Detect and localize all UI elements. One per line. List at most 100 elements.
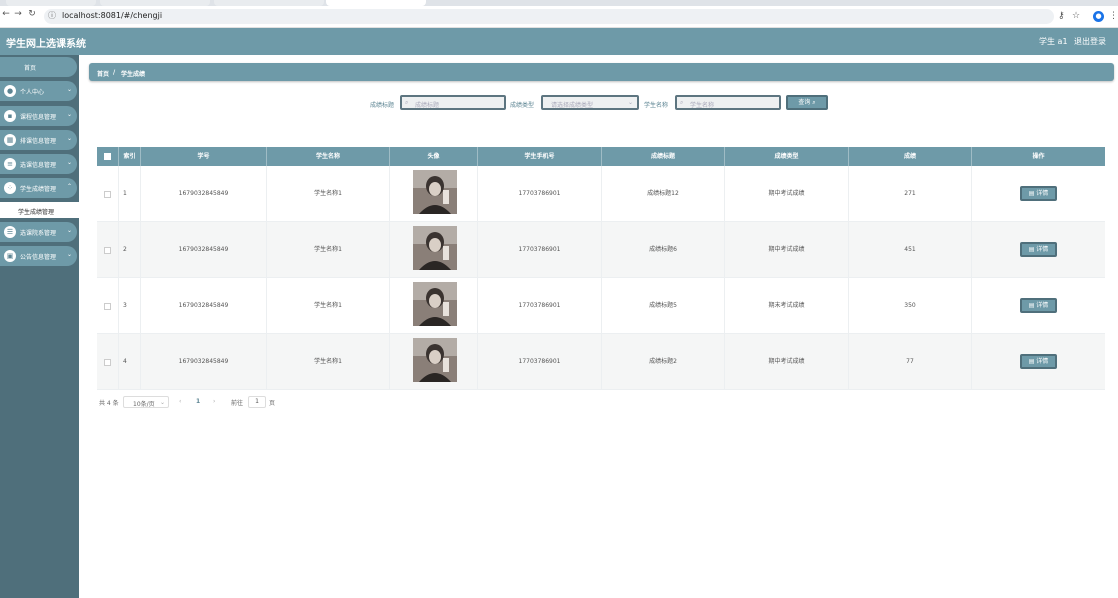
prev-page-icon[interactable]: ‹	[179, 398, 181, 405]
sidebar-item-department[interactable]: ☰ 选课院系管理 ⌄	[0, 222, 77, 242]
detail-button[interactable]: ▤ 详情	[1020, 186, 1057, 201]
grid-icon: ⁘	[4, 182, 16, 194]
detail-button[interactable]: ▤ 详情	[1020, 242, 1057, 257]
sidebar-item-schedule[interactable]: ▦ 排课信息管理 ⌄	[0, 130, 77, 150]
row-select-cell	[97, 166, 119, 222]
cell-score: 350	[849, 278, 972, 334]
select-all-checkbox[interactable]	[104, 153, 111, 160]
key-icon[interactable]: ⚷	[1058, 11, 1065, 21]
cell-student-id: 1679032845849	[141, 166, 267, 222]
next-page-icon[interactable]: ›	[213, 398, 215, 405]
sidebar-item-announcements[interactable]: ▣ 公告信息管理 ⌄	[0, 246, 77, 266]
title-search-input[interactable]: ⌕ 成绩标题	[400, 95, 506, 110]
bookmark-star-icon[interactable]: ☆	[1072, 11, 1080, 21]
column-header-avatar: 头像	[390, 147, 478, 166]
type-select[interactable]: 请选择成绩类型 ⌄	[541, 95, 639, 110]
kebab-menu-icon[interactable]: ⋮	[1109, 11, 1118, 21]
cell-grade-title: 成绩标题5	[602, 278, 725, 334]
calendar-icon: ▦	[4, 134, 16, 146]
app-header: 学生网上选课系统 学生 a1 退出登录	[0, 28, 1118, 55]
browser-toolbar: ← → ↻ ⓘ localhost:8081/#/chengji ⚷ ☆ ● ⋮	[0, 6, 1118, 28]
goto-label: 前往	[231, 400, 244, 407]
logout-link[interactable]: 退出登录	[1074, 36, 1106, 47]
sidebar-item-home[interactable]: 首页	[0, 57, 77, 77]
page-number-current[interactable]: 1	[196, 398, 200, 405]
goto-page-input[interactable]: 1	[248, 396, 266, 408]
cell-phone: 17703786901	[478, 166, 602, 222]
row-select-cell	[97, 222, 119, 278]
cell-student-name: 学生名称1	[267, 166, 390, 222]
sidebar-item-label: 个人中心	[20, 89, 45, 96]
document-icon: ▤	[1028, 190, 1035, 197]
column-header-score: 成绩	[849, 147, 972, 166]
building-icon: ☰	[4, 226, 16, 238]
avatar	[413, 226, 457, 270]
site-info-icon[interactable]: ⓘ	[48, 10, 56, 21]
detail-button-label: 详情	[1036, 246, 1049, 253]
cell-phone: 17703786901	[478, 278, 602, 334]
app-title: 学生网上选课系统	[6, 39, 86, 50]
header-select-all-cell	[97, 147, 119, 166]
search-button[interactable]: 查询 ⌕	[786, 95, 828, 110]
document-icon: ▤	[1028, 358, 1035, 365]
chevron-down-icon: ⌄	[67, 135, 73, 142]
row-select-cell	[97, 334, 119, 390]
breadcrumb-home[interactable]: 首页	[97, 69, 109, 78]
detail-button[interactable]: ▤ 详情	[1020, 298, 1057, 313]
row-checkbox[interactable]	[104, 247, 111, 254]
sidebar-item-course-selection[interactable]: ≡ 选课信息管理 ⌄	[0, 154, 77, 174]
document-icon: ▤	[1028, 302, 1035, 309]
type-filter-label: 成绩类型	[510, 102, 535, 109]
profile-avatar-icon[interactable]: ●	[1093, 11, 1104, 22]
cell-grade-type: 期中考试成绩	[725, 334, 849, 390]
cell-phone: 17703786901	[478, 334, 602, 390]
page-size-select[interactable]: 10条/页 ⌄	[123, 396, 169, 408]
list-icon: ≡	[4, 158, 16, 170]
search-icon: ⌕	[405, 99, 409, 106]
column-header-student-id: 学号	[141, 147, 267, 166]
table-row: 4 1679032845849 学生名称1 17703786901 成绩标题2 …	[97, 334, 1105, 390]
sidebar-item-label: 排课信息管理	[20, 138, 57, 145]
row-checkbox[interactable]	[104, 359, 111, 366]
back-icon[interactable]: ←	[0, 9, 12, 19]
address-bar[interactable]: ⓘ localhost:8081/#/chengji	[44, 9, 1054, 24]
table-row: 2 1679032845849 学生名称1 17703786901 成绩标题6 …	[97, 222, 1105, 278]
row-checkbox[interactable]	[104, 303, 111, 310]
sidebar: 首页 ● 个人中心 ⌄ ▪ 课程信息管理 ⌄ ▦ 排课信息管理 ⌄ ≡ 选课信息…	[0, 55, 79, 598]
sidebar-item-label: 选课信息管理	[20, 162, 57, 169]
pagination-total: 共 4 条	[99, 400, 119, 407]
cell-student-name: 学生名称1	[267, 222, 390, 278]
chevron-down-icon: ⌄	[67, 159, 73, 166]
avatar	[413, 338, 457, 382]
sidebar-item-label: 学生成绩管理	[20, 186, 57, 193]
forward-icon[interactable]: →	[12, 9, 24, 19]
url-text: localhost:8081/#/chengji	[62, 11, 163, 20]
search-icon: ⌕	[680, 99, 684, 106]
sidebar-item-grades[interactable]: ⁘ 学生成绩管理 ⌃	[0, 178, 77, 198]
cell-index: 1	[119, 166, 141, 222]
column-header-grade-title: 成绩标题	[602, 147, 725, 166]
breadcrumb-current: 学生成绩	[121, 71, 146, 78]
reload-icon[interactable]: ↻	[26, 9, 38, 19]
type-select-placeholder: 请选择成绩类型	[551, 102, 594, 109]
detail-button[interactable]: ▤ 详情	[1020, 354, 1057, 369]
table-row: 1 1679032845849 学生名称1 17703786901 成绩标题12…	[97, 166, 1105, 222]
cell-index: 3	[119, 278, 141, 334]
cell-score: 271	[849, 166, 972, 222]
name-search-placeholder: 学生名称	[690, 102, 715, 109]
sidebar-item-course-info[interactable]: ▪ 课程信息管理 ⌄	[0, 106, 77, 126]
column-header-actions: 操作	[1032, 153, 1045, 160]
sidebar-item-profile[interactable]: ● 个人中心 ⌄	[0, 81, 77, 101]
chevron-down-icon: ⌄	[627, 99, 633, 106]
column-header-phone: 学生手机号	[478, 147, 602, 166]
table-header: 索引 学号 学生名称 头像 学生手机号 成绩标题 成绩类型 成绩 操作	[97, 147, 1105, 166]
table-row: 3 1679032845849 学生名称1 17703786901 成绩标题5 …	[97, 278, 1105, 334]
cell-score: 77	[849, 334, 972, 390]
breadcrumb-separator: /	[113, 69, 116, 76]
user-icon: ●	[4, 85, 16, 97]
name-search-input[interactable]: ⌕ 学生名称	[675, 95, 781, 110]
sidebar-subitem-grades[interactable]: 学生成绩管理	[0, 202, 79, 218]
row-checkbox[interactable]	[104, 191, 111, 198]
sidebar-item-label: 公告信息管理	[20, 254, 57, 261]
search-button-label: 查询	[798, 99, 811, 106]
